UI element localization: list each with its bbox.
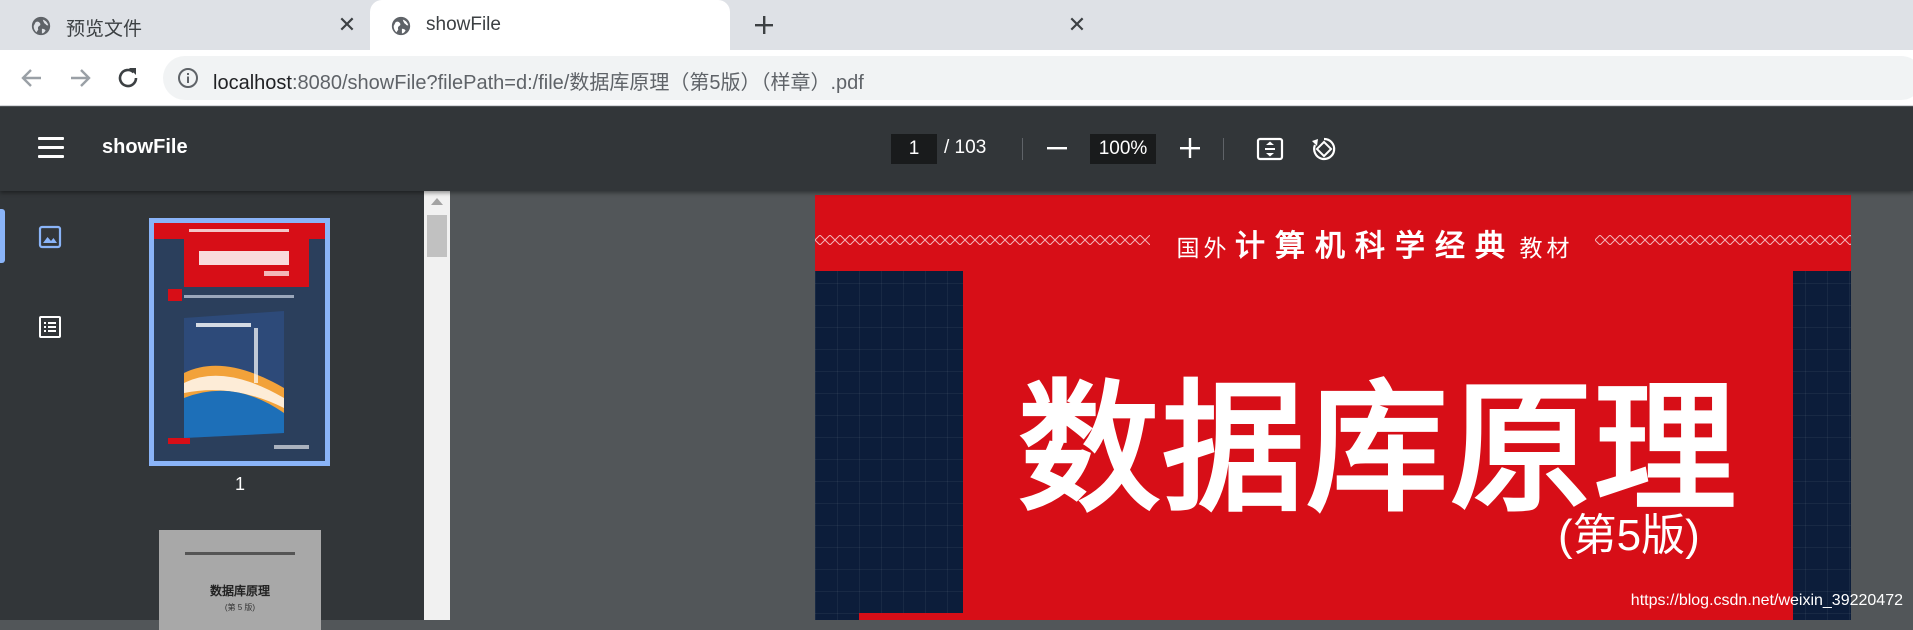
pdf-page-1: 国外 计算机科学经典 教材 数据库原理 (第5版) bbox=[815, 195, 1851, 620]
active-view-indicator bbox=[0, 209, 5, 263]
browser-tab-strip: 预览文件 ✕ showFile ✕ bbox=[0, 0, 1913, 50]
page-thumbnail-1[interactable] bbox=[149, 218, 330, 466]
close-tab-icon[interactable]: ✕ bbox=[336, 14, 358, 36]
globe-icon bbox=[391, 16, 411, 36]
zoom-in-icon[interactable] bbox=[1178, 134, 1202, 162]
book-cover-thumbnail bbox=[154, 223, 325, 461]
thumbnails-icon[interactable] bbox=[37, 224, 63, 250]
info-icon[interactable] bbox=[177, 67, 199, 89]
toolbar-divider bbox=[1022, 138, 1023, 160]
back-arrow-icon[interactable] bbox=[18, 64, 46, 92]
url-text[interactable]: localhost:8080/showFile?filePath=d:/file… bbox=[213, 66, 864, 95]
tab-preview-file[interactable]: 预览文件 ✕ bbox=[0, 0, 366, 50]
cover-red-block bbox=[859, 613, 963, 620]
scrollbar-thumb[interactable] bbox=[427, 215, 447, 257]
pdf-toolbar: showFile 1 / 103 100% bbox=[0, 107, 1913, 191]
series-prefix: 国外 bbox=[1176, 235, 1231, 261]
page-total: / 103 bbox=[944, 137, 987, 158]
tab-showfile[interactable]: showFile ✕ bbox=[370, 0, 1086, 50]
series-main: 计算机科学经典 bbox=[1235, 230, 1515, 263]
cover-series-line: 国外 计算机科学经典 教材 bbox=[1160, 221, 1590, 265]
address-bar[interactable]: localhost:8080/showFile?filePath=d:/file… bbox=[163, 56, 1913, 100]
toolbar-divider bbox=[1223, 138, 1224, 160]
watermark-text: https://blog.csdn.net/weixin_39220472 bbox=[1630, 592, 1903, 609]
scroll-up-arrow-icon[interactable] bbox=[431, 198, 443, 205]
new-tab-button[interactable] bbox=[750, 11, 778, 39]
menu-icon[interactable] bbox=[38, 137, 64, 159]
sidebar-rail bbox=[0, 191, 100, 620]
thumbnail-title: 数据库原理 bbox=[209, 584, 270, 598]
decorative-diamond-line bbox=[1595, 235, 1851, 245]
series-suffix: 教材 bbox=[1519, 235, 1574, 261]
fit-to-page-icon[interactable] bbox=[1255, 134, 1285, 164]
thumbnail-page-number: 1 bbox=[234, 474, 245, 494]
globe-icon bbox=[31, 16, 51, 36]
cover-title-panel: 数据库原理 (第5版) bbox=[963, 271, 1793, 620]
zoom-out-icon[interactable] bbox=[1045, 134, 1069, 162]
browser-toolbar: localhost:8080/showFile?filePath=d:/file… bbox=[0, 50, 1913, 106]
page-thumbnail-2[interactable]: 数据库原理 (第 5 版) bbox=[159, 530, 321, 630]
sidebar-scrollbar[interactable] bbox=[424, 191, 450, 620]
close-tab-icon[interactable]: ✕ bbox=[1066, 14, 1088, 36]
plus-icon bbox=[755, 16, 773, 34]
outline-icon[interactable] bbox=[37, 314, 63, 340]
document-title: showFile bbox=[102, 136, 188, 158]
page-number-input[interactable]: 1 bbox=[891, 134, 937, 164]
book-edition: (第5版) bbox=[1558, 511, 1700, 560]
rotate-icon[interactable] bbox=[1308, 133, 1340, 165]
zoom-level-input[interactable]: 100% bbox=[1090, 134, 1156, 164]
tab-title: showFile bbox=[426, 14, 501, 35]
thumbnail-edition: (第 5 版) bbox=[224, 603, 256, 612]
thumbnail-header-line bbox=[185, 552, 295, 555]
forward-arrow-icon[interactable] bbox=[66, 64, 94, 92]
tab-title: 预览文件 bbox=[66, 19, 143, 40]
decorative-diamond-line bbox=[815, 235, 1150, 245]
pdf-sidebar: 1 数据库原理 (第 5 版) bbox=[0, 191, 450, 630]
reload-icon[interactable] bbox=[114, 64, 142, 92]
url-host: localhost bbox=[213, 72, 292, 94]
pdf-viewer-canvas[interactable]: 国外 计算机科学经典 教材 数据库原理 (第5版) bbox=[450, 191, 1913, 620]
url-path: :8080/showFile?filePath=d:/file/数据库原理（第5… bbox=[291, 72, 864, 94]
